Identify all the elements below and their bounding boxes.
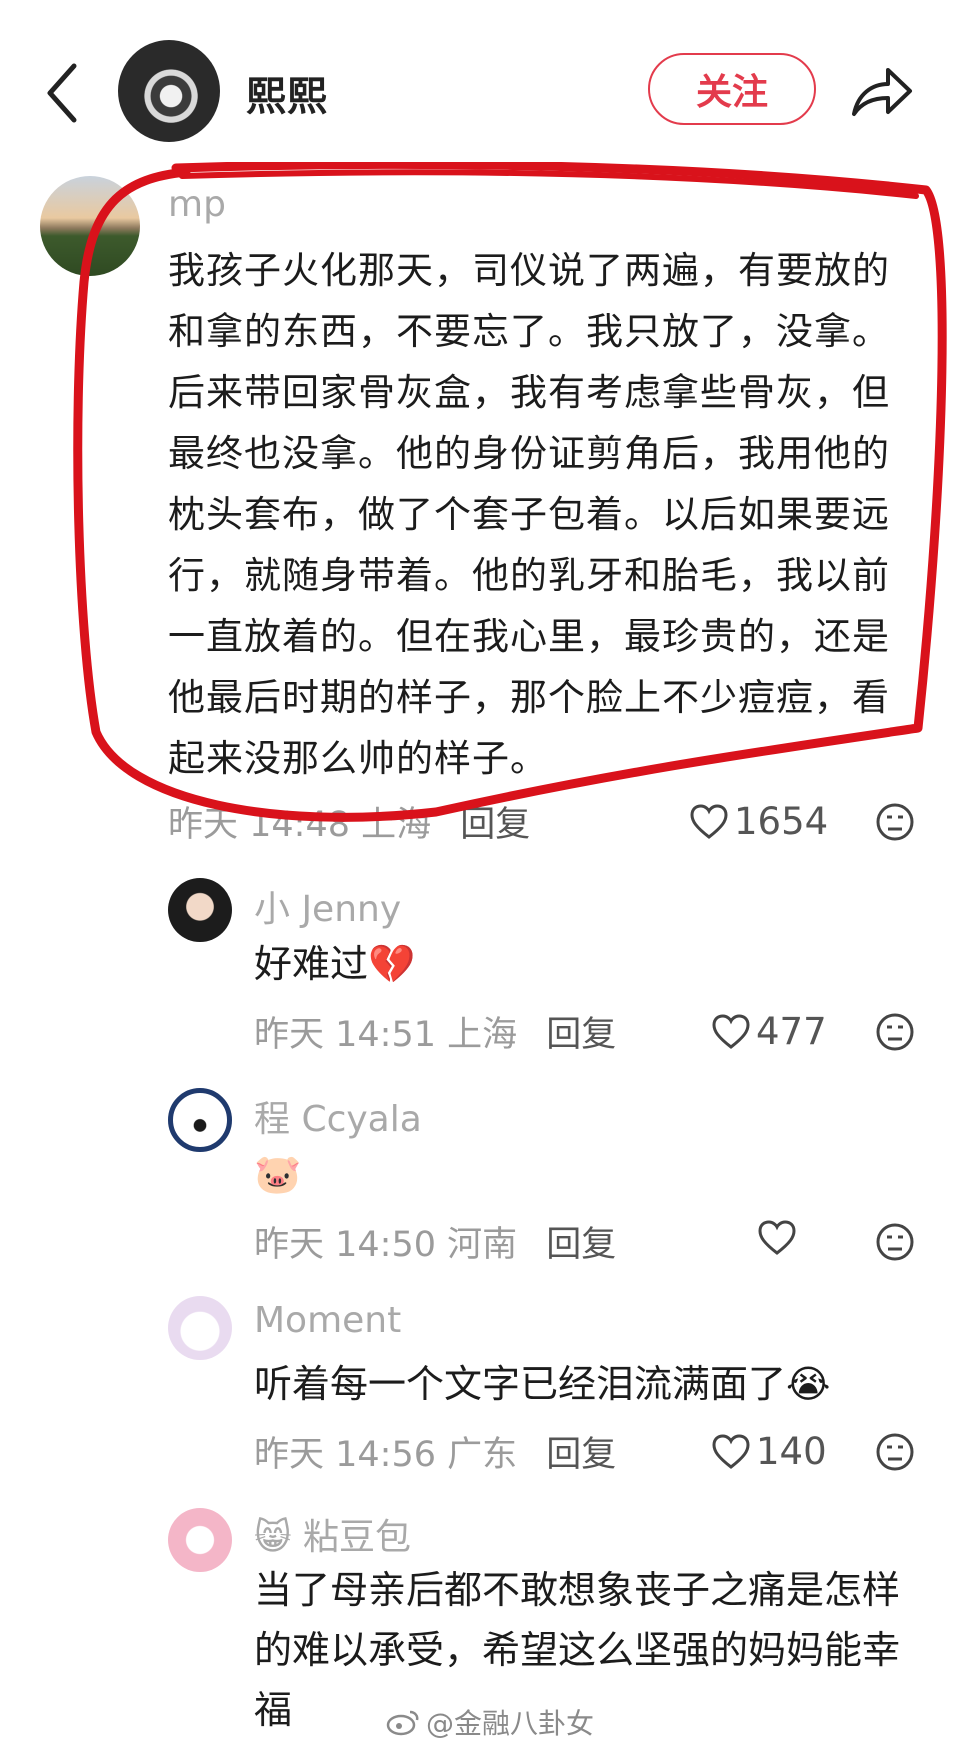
comment-meta: 昨天 14:51 上海 回复 [254,1006,616,1057]
dislike-icon[interactable] [875,1012,915,1052]
author-avatar[interactable] [118,40,220,142]
share-icon[interactable] [848,58,914,124]
comment-text: 我孩子火化那天，司仪说了两遍，有要放的和拿的东西，不要忘了。我只放了，没拿。后来… [168,249,890,780]
dislike-icon[interactable] [875,1432,915,1472]
avatar[interactable] [168,1296,232,1360]
like-button[interactable]: 477 [712,1010,827,1053]
comment-location: 河南 [447,1225,518,1265]
back-icon[interactable] [38,58,88,128]
comment-location: 上海 [447,1015,518,1055]
comment-meta: 昨天 14:56 广东 回复 [254,1426,616,1477]
comment-location: 广东 [447,1435,518,1475]
like-count: 1654 [734,800,829,843]
dislike-icon[interactable] [875,802,915,842]
avatar[interactable] [40,176,140,276]
heart-icon [690,803,728,839]
comment-time: 昨天 14:56 [254,1435,436,1475]
comment-location: 上海 [361,805,432,845]
comment-username[interactable]: mp [168,184,226,225]
comment-text: 听着每一个文字已经泪流满面了😭 [254,1362,831,1406]
comment-meta: 昨天 14:50 河南 回复 [254,1216,616,1267]
reply-button[interactable]: 回复 [546,1015,616,1055]
reply-button[interactable]: 回复 [546,1225,616,1265]
like-button[interactable]: 1654 [690,800,828,843]
comment-username[interactable]: 小 Jenny [254,880,401,932]
comment-time: 昨天 14:48 [168,805,350,845]
like-button[interactable] [758,1220,802,1256]
follow-button[interactable]: 关注 [648,53,816,125]
watermark: @金融八卦女 [386,1702,594,1742]
avatar[interactable] [168,1508,232,1572]
like-count: 477 [756,1010,827,1053]
watermark-text: @金融八卦女 [426,1707,595,1740]
comment-text: 🐷 [254,1152,302,1196]
like-button[interactable]: 140 [712,1430,827,1473]
heart-icon [712,1013,750,1049]
avatar[interactable] [168,1088,232,1152]
like-count: 140 [756,1430,827,1473]
weibo-icon [386,1710,419,1736]
comment-username[interactable]: Moment [254,1300,401,1341]
comment-username[interactable]: 😸 粘豆包 [254,1508,411,1560]
author-name[interactable]: 熙熙 [246,64,328,122]
reply-button[interactable]: 回复 [460,805,530,845]
heart-icon [758,1220,796,1255]
comment-time: 昨天 14:50 [254,1225,436,1265]
comment-meta: 昨天 14:48 上海 回复 [168,796,530,847]
comment-text: 好难过💔 [254,942,416,986]
avatar[interactable] [168,878,232,942]
heart-icon [712,1433,750,1469]
comment-time: 昨天 14:51 [254,1015,436,1055]
reply-button[interactable]: 回复 [546,1435,616,1475]
comment-username[interactable]: 程 Ccyala [254,1090,422,1142]
dislike-icon[interactable] [875,1222,915,1262]
